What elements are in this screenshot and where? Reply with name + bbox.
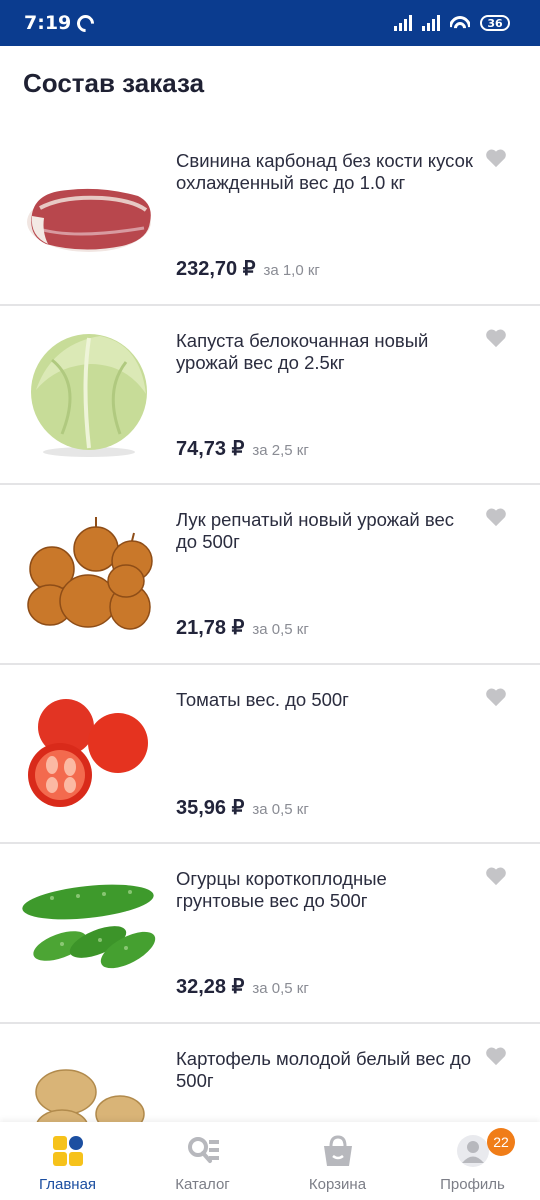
app-notification-icon	[73, 10, 98, 36]
product-name: Капуста белокочанная новый урожай вес до…	[176, 329, 429, 373]
favorite-heart-icon[interactable]	[485, 687, 507, 707]
nav-label: Профиль	[440, 1176, 505, 1193]
battery-icon: 36	[480, 15, 510, 31]
bottom-nav: Главная Каталог Корзина Профиль 22	[0, 1122, 540, 1200]
cucumber-image	[22, 884, 156, 969]
list-item[interactable]: Свинина карбонад без кости кусок охлажде…	[0, 126, 540, 306]
product-price: 74,73 ₽	[176, 437, 245, 460]
status-time: 7:19	[24, 12, 72, 34]
status-bar: 7:19 36	[0, 0, 540, 46]
notification-badge: 22	[487, 1128, 515, 1156]
product-name: Свинина карбонад без кости кусок охлажде…	[176, 150, 473, 193]
catalog-icon	[187, 1137, 219, 1163]
nav-label: Корзина	[308, 1176, 367, 1193]
tomato-image	[28, 698, 148, 807]
product-name: Томаты вес. до 500г	[176, 688, 349, 710]
price-row: 35,96 ₽ за 0,5 кг	[176, 795, 309, 820]
product-unit: за 0,5 кг	[252, 621, 309, 638]
onion-image	[27, 517, 153, 630]
product-unit: за 2,5 кг	[252, 441, 309, 459]
product-price: 21,78 ₽	[176, 617, 245, 639]
product-name: Огурцы короткоплодные грунтовые вес до 5…	[176, 868, 387, 911]
page-title: Состав заказа	[23, 68, 205, 98]
product-price: 232,70 ₽	[176, 258, 256, 280]
home-grid-icon	[52, 1136, 83, 1166]
list-item[interactable]: Томаты вес. до 500г 35,96 ₽ за 0,5 кг	[0, 664, 540, 844]
nav-item-profile[interactable]: Профиль 22	[405, 1122, 540, 1200]
nav-item-home[interactable]: Главная	[0, 1122, 135, 1200]
list-item[interactable]: Капуста белокочанная новый урожай вес до…	[0, 305, 540, 485]
favorite-heart-icon[interactable]	[485, 507, 507, 527]
wifi-icon	[450, 15, 470, 31]
profile-icon	[456, 1135, 489, 1167]
nav-label: Каталог	[175, 1176, 230, 1193]
battery-level: 36	[487, 16, 503, 30]
product-unit: за 1,0 кг	[263, 262, 320, 279]
favorite-heart-icon[interactable]	[485, 328, 507, 348]
list-item[interactable]: Огурцы короткоплодные грунтовые вес до 5…	[0, 844, 540, 1024]
nav-item-cart[interactable]: Корзина	[270, 1122, 405, 1200]
product-unit: за 0,5 кг	[252, 800, 309, 818]
price-row: 74,73 ₽ за 2,5 кг	[176, 436, 309, 461]
price-row: 32,28 ₽ за 0,5 кг	[176, 974, 309, 999]
signal-icon-2	[422, 15, 440, 31]
product-list: Свинина карбонад без кости кусок охлажде…	[0, 126, 540, 1200]
status-left: 7:19	[24, 10, 98, 36]
cabbage-image	[31, 333, 147, 457]
product-price: 32,28 ₽	[176, 976, 245, 998]
product-unit: за 0,5 кг	[252, 980, 309, 997]
list-item[interactable]: Лук репчатый новый урожай вес до 500г 21…	[0, 485, 540, 665]
signal-icon	[394, 15, 412, 31]
favorite-heart-icon[interactable]	[485, 1046, 507, 1066]
favorite-heart-icon[interactable]	[485, 866, 507, 886]
pork-image	[27, 188, 151, 252]
basket-icon	[323, 1135, 352, 1166]
product-name: Лук репчатый новый урожай вес до 500г	[176, 509, 455, 552]
nav-item-catalog[interactable]: Каталог	[135, 1122, 270, 1200]
status-right: 36	[394, 15, 510, 31]
price-row: 232,70 ₽ за 1,0 кг	[176, 256, 320, 281]
price-row: 21,78 ₽ за 0,5 кг	[176, 615, 309, 640]
product-price: 35,96 ₽	[176, 796, 245, 819]
favorite-heart-icon[interactable]	[485, 148, 507, 168]
nav-label: Главная	[38, 1176, 97, 1193]
product-name: Картофель молодой белый вес до 500г	[176, 1047, 472, 1091]
